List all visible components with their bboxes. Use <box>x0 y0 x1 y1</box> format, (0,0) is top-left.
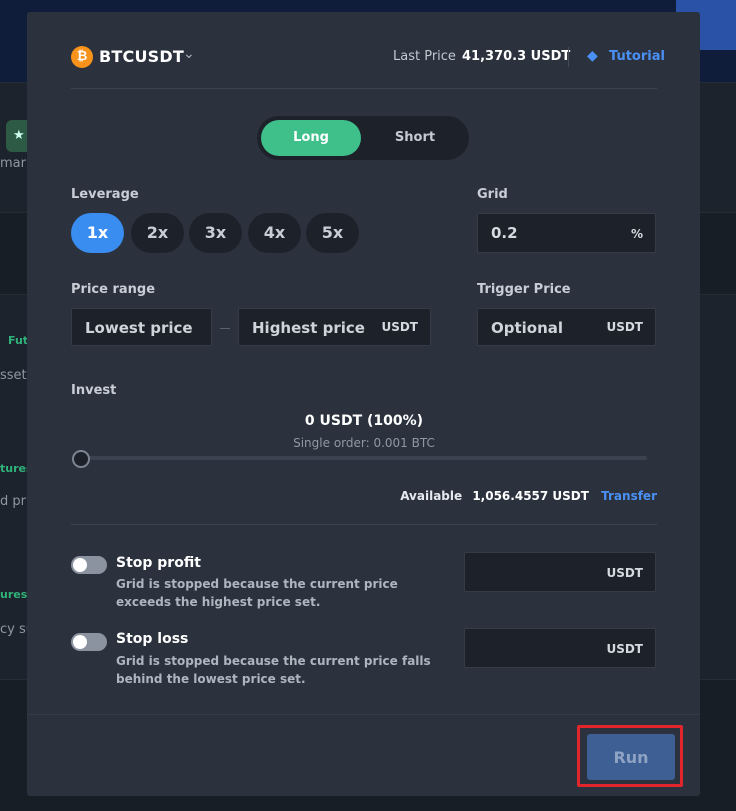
transfer-link[interactable]: Transfer <box>601 489 657 503</box>
chevron-down-icon[interactable]: ⌄ <box>183 46 195 62</box>
last-price-value: 41,370.3 USDT <box>462 49 571 64</box>
available-value: 1,056.4557 USDT <box>472 489 589 503</box>
trigger-price-placeholder: Optional <box>491 319 564 337</box>
stop-profit-input[interactable]: USDT <box>464 552 656 592</box>
lowest-price-input[interactable]: Lowest price <box>71 308 212 346</box>
stop-loss-input[interactable]: USDT <box>464 628 656 668</box>
header-divider <box>568 47 569 67</box>
highest-price-placeholder: Highest price <box>252 319 365 337</box>
leverage-label: Leverage <box>71 187 139 202</box>
toggle-knob <box>73 635 87 649</box>
stop-loss-toggle[interactable] <box>71 633 107 651</box>
grid-label: Grid <box>477 187 508 202</box>
last-price-label: Last Price <box>393 49 456 64</box>
background-fragment: sset <box>0 368 27 383</box>
stop-loss-description: Grid is stopped because the current pric… <box>116 654 431 686</box>
range-separator <box>220 328 230 329</box>
leverage-option-4x[interactable]: 4x <box>248 213 301 253</box>
long-tab[interactable]: Long <box>261 120 361 156</box>
layers-icon[interactable]: ◆ <box>587 48 598 64</box>
background-fragment: d pri <box>0 494 30 509</box>
leverage-option-2x[interactable]: 2x <box>131 213 184 253</box>
footer-divider <box>27 714 700 715</box>
trigger-price-unit: USDT <box>606 320 643 334</box>
tutorial-link[interactable]: Tutorial <box>609 49 665 64</box>
background-fragment: mar <box>0 156 26 171</box>
grid-value: 0.2 <box>491 224 518 242</box>
toggle-knob <box>73 558 87 572</box>
available-label: Available <box>400 489 463 503</box>
bitcoin-icon: ₿ <box>71 46 93 68</box>
leverage-option-1x[interactable]: 1x <box>71 213 124 253</box>
trigger-price-input[interactable]: Optional USDT <box>477 308 656 346</box>
price-range-label: Price range <box>71 282 156 297</box>
run-button[interactable]: Run <box>587 734 675 780</box>
invest-slider-handle[interactable] <box>72 450 90 468</box>
invest-slider-track[interactable] <box>81 456 647 460</box>
modal-header: ₿ BTCUSDT ⌄ Last Price 41,370.3 USDT ◆ T… <box>71 44 665 72</box>
highest-price-input[interactable]: Highest price USDT <box>238 308 431 346</box>
grid-unit: % <box>630 227 643 241</box>
stop-profit-toggle[interactable] <box>71 556 107 574</box>
trigger-price-label: Trigger Price <box>477 282 571 297</box>
stop-profit-unit: USDT <box>606 566 643 580</box>
grid-input[interactable]: 0.2 % <box>477 213 656 253</box>
pair-selector-label[interactable]: BTCUSDT <box>99 47 184 66</box>
highest-price-unit: USDT <box>381 320 418 334</box>
leverage-option-5x[interactable]: 5x <box>306 213 359 253</box>
stop-loss-title: Stop loss <box>116 631 189 647</box>
lowest-price-placeholder: Lowest price <box>85 319 193 337</box>
section-divider <box>71 524 657 525</box>
leverage-option-3x[interactable]: 3x <box>189 213 242 253</box>
available-balance: Available 1,056.4557 USDT Transfer <box>400 489 657 503</box>
short-tab[interactable]: Short <box>365 120 465 156</box>
header-divider-line <box>71 88 657 89</box>
invest-amount: 0 USDT (100%) <box>304 413 424 429</box>
stop-profit-title: Stop profit <box>116 555 201 571</box>
invest-label: Invest <box>71 383 117 398</box>
direction-toggle: Long Short <box>257 116 469 160</box>
single-order-info: Single order: 0.001 BTC <box>293 436 435 450</box>
stop-profit-description: Grid is stopped because the current pric… <box>116 577 398 609</box>
star-icon: ★ <box>13 128 25 143</box>
grid-bot-modal: ₿ BTCUSDT ⌄ Last Price 41,370.3 USDT ◆ T… <box>27 12 700 796</box>
stop-loss-unit: USDT <box>606 642 643 656</box>
background-fragment: ures <box>0 588 28 601</box>
